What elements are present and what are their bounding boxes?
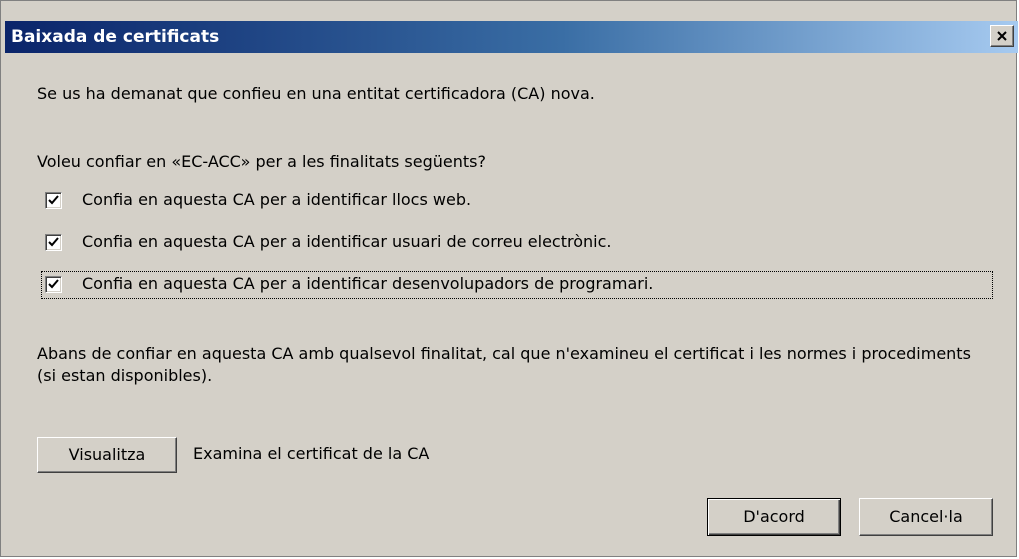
checkbox-websites[interactable] bbox=[45, 192, 62, 209]
title-bar[interactable]: Baixada de certificats bbox=[5, 21, 1018, 53]
checkbox-developers[interactable] bbox=[45, 276, 62, 293]
certificate-download-dialog: Baixada de certificats Se us ha demanat … bbox=[0, 0, 1018, 557]
checkmark-icon bbox=[48, 237, 59, 247]
cancel-button[interactable]: Cancel·la bbox=[859, 498, 993, 536]
checkbox-label-email: Confia en aquesta CA per a identificar u… bbox=[82, 232, 612, 251]
ok-button[interactable]: D'acord bbox=[707, 498, 841, 536]
ok-button-label: D'acord bbox=[743, 507, 805, 526]
advice-text: Abans de confiar en aquesta CA amb quals… bbox=[37, 344, 971, 385]
close-icon bbox=[997, 31, 1007, 41]
close-button[interactable] bbox=[990, 25, 1014, 47]
cancel-button-label: Cancel·la bbox=[889, 507, 963, 526]
view-button-label: Visualitza bbox=[68, 445, 146, 464]
question-text: Voleu confiar en «EC-ACC» per a les fina… bbox=[37, 152, 486, 171]
view-certificate-button[interactable]: Visualitza bbox=[37, 437, 177, 473]
checkbox-label-websites: Confia en aquesta CA per a identificar l… bbox=[82, 190, 472, 209]
checkbox-email[interactable] bbox=[45, 234, 62, 251]
checkmark-icon bbox=[48, 279, 59, 289]
intro-text: Se us ha demanat que confieu en una enti… bbox=[37, 84, 595, 103]
checkmark-icon bbox=[48, 195, 59, 205]
window-title: Baixada de certificats bbox=[11, 27, 220, 47]
view-description: Examina el certificat de la CA bbox=[193, 444, 430, 463]
checkbox-label-developers: Confia en aquesta CA per a identificar d… bbox=[82, 274, 654, 293]
